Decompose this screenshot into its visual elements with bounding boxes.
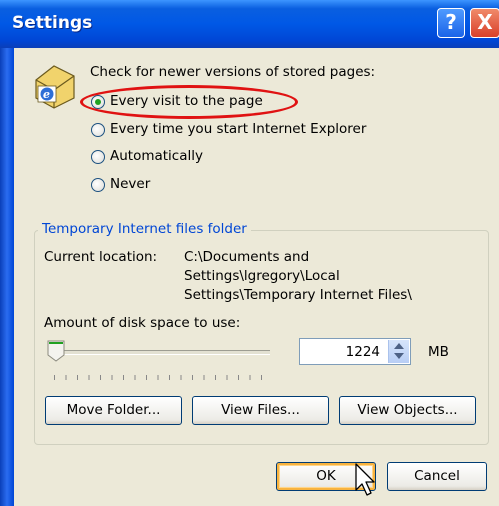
radio-automatically[interactable] xyxy=(91,150,105,164)
location-line-3: Settings\Temporary Internet Files\ xyxy=(184,287,412,303)
view-files-button[interactable]: View Files... xyxy=(192,396,329,425)
mouse-pointer-icon xyxy=(355,463,375,496)
title-bar[interactable]: Settings ? X xyxy=(0,0,499,48)
help-icon: ? xyxy=(445,10,457,34)
move-folder-button[interactable]: Move Folder... xyxy=(45,396,182,425)
mb-unit-label: MB xyxy=(428,344,449,360)
radio-every-start[interactable] xyxy=(91,123,105,137)
view-objects-button[interactable]: View Objects... xyxy=(339,396,476,425)
current-location-label: Current location: xyxy=(44,249,158,265)
cancel-button[interactable]: Cancel xyxy=(387,462,487,491)
temp-files-group-title: Temporary Internet files folder xyxy=(38,221,251,237)
settings-dialog: Settings ? X e Check for newer versions … xyxy=(0,0,499,506)
close-button[interactable]: X xyxy=(470,8,499,38)
help-button[interactable]: ? xyxy=(437,8,465,38)
radio-label-never[interactable]: Never xyxy=(110,176,150,192)
disk-space-label: Amount of disk space to use: xyxy=(44,315,241,331)
disk-space-slider-thumb[interactable] xyxy=(47,340,65,362)
radio-label-automatically[interactable]: Automatically xyxy=(110,148,203,164)
spin-buttons[interactable] xyxy=(388,340,409,363)
spin-down-icon[interactable] xyxy=(394,353,404,359)
red-highlight-ellipse xyxy=(80,85,298,119)
window-title: Settings xyxy=(12,13,93,33)
disk-space-value[interactable]: 1224 xyxy=(346,344,380,360)
disk-space-spinbox[interactable]: 1224 xyxy=(299,338,411,365)
disk-space-slider-track[interactable] xyxy=(50,350,270,355)
radio-label-every-start[interactable]: Every time you start Internet Explorer xyxy=(110,121,366,137)
radio-never[interactable] xyxy=(91,178,105,192)
location-line-1: C:\Documents and xyxy=(184,249,310,265)
slider-ticks xyxy=(54,375,264,380)
location-line-2: Settings\lgregory\Local xyxy=(184,268,340,284)
close-icon: X xyxy=(477,10,493,34)
window-frame-left xyxy=(0,48,14,506)
ie-cache-icon: e xyxy=(35,65,75,109)
svg-text:e: e xyxy=(43,88,50,101)
check-heading: Check for newer versions of stored pages… xyxy=(90,64,376,80)
spin-up-icon[interactable] xyxy=(394,343,404,349)
